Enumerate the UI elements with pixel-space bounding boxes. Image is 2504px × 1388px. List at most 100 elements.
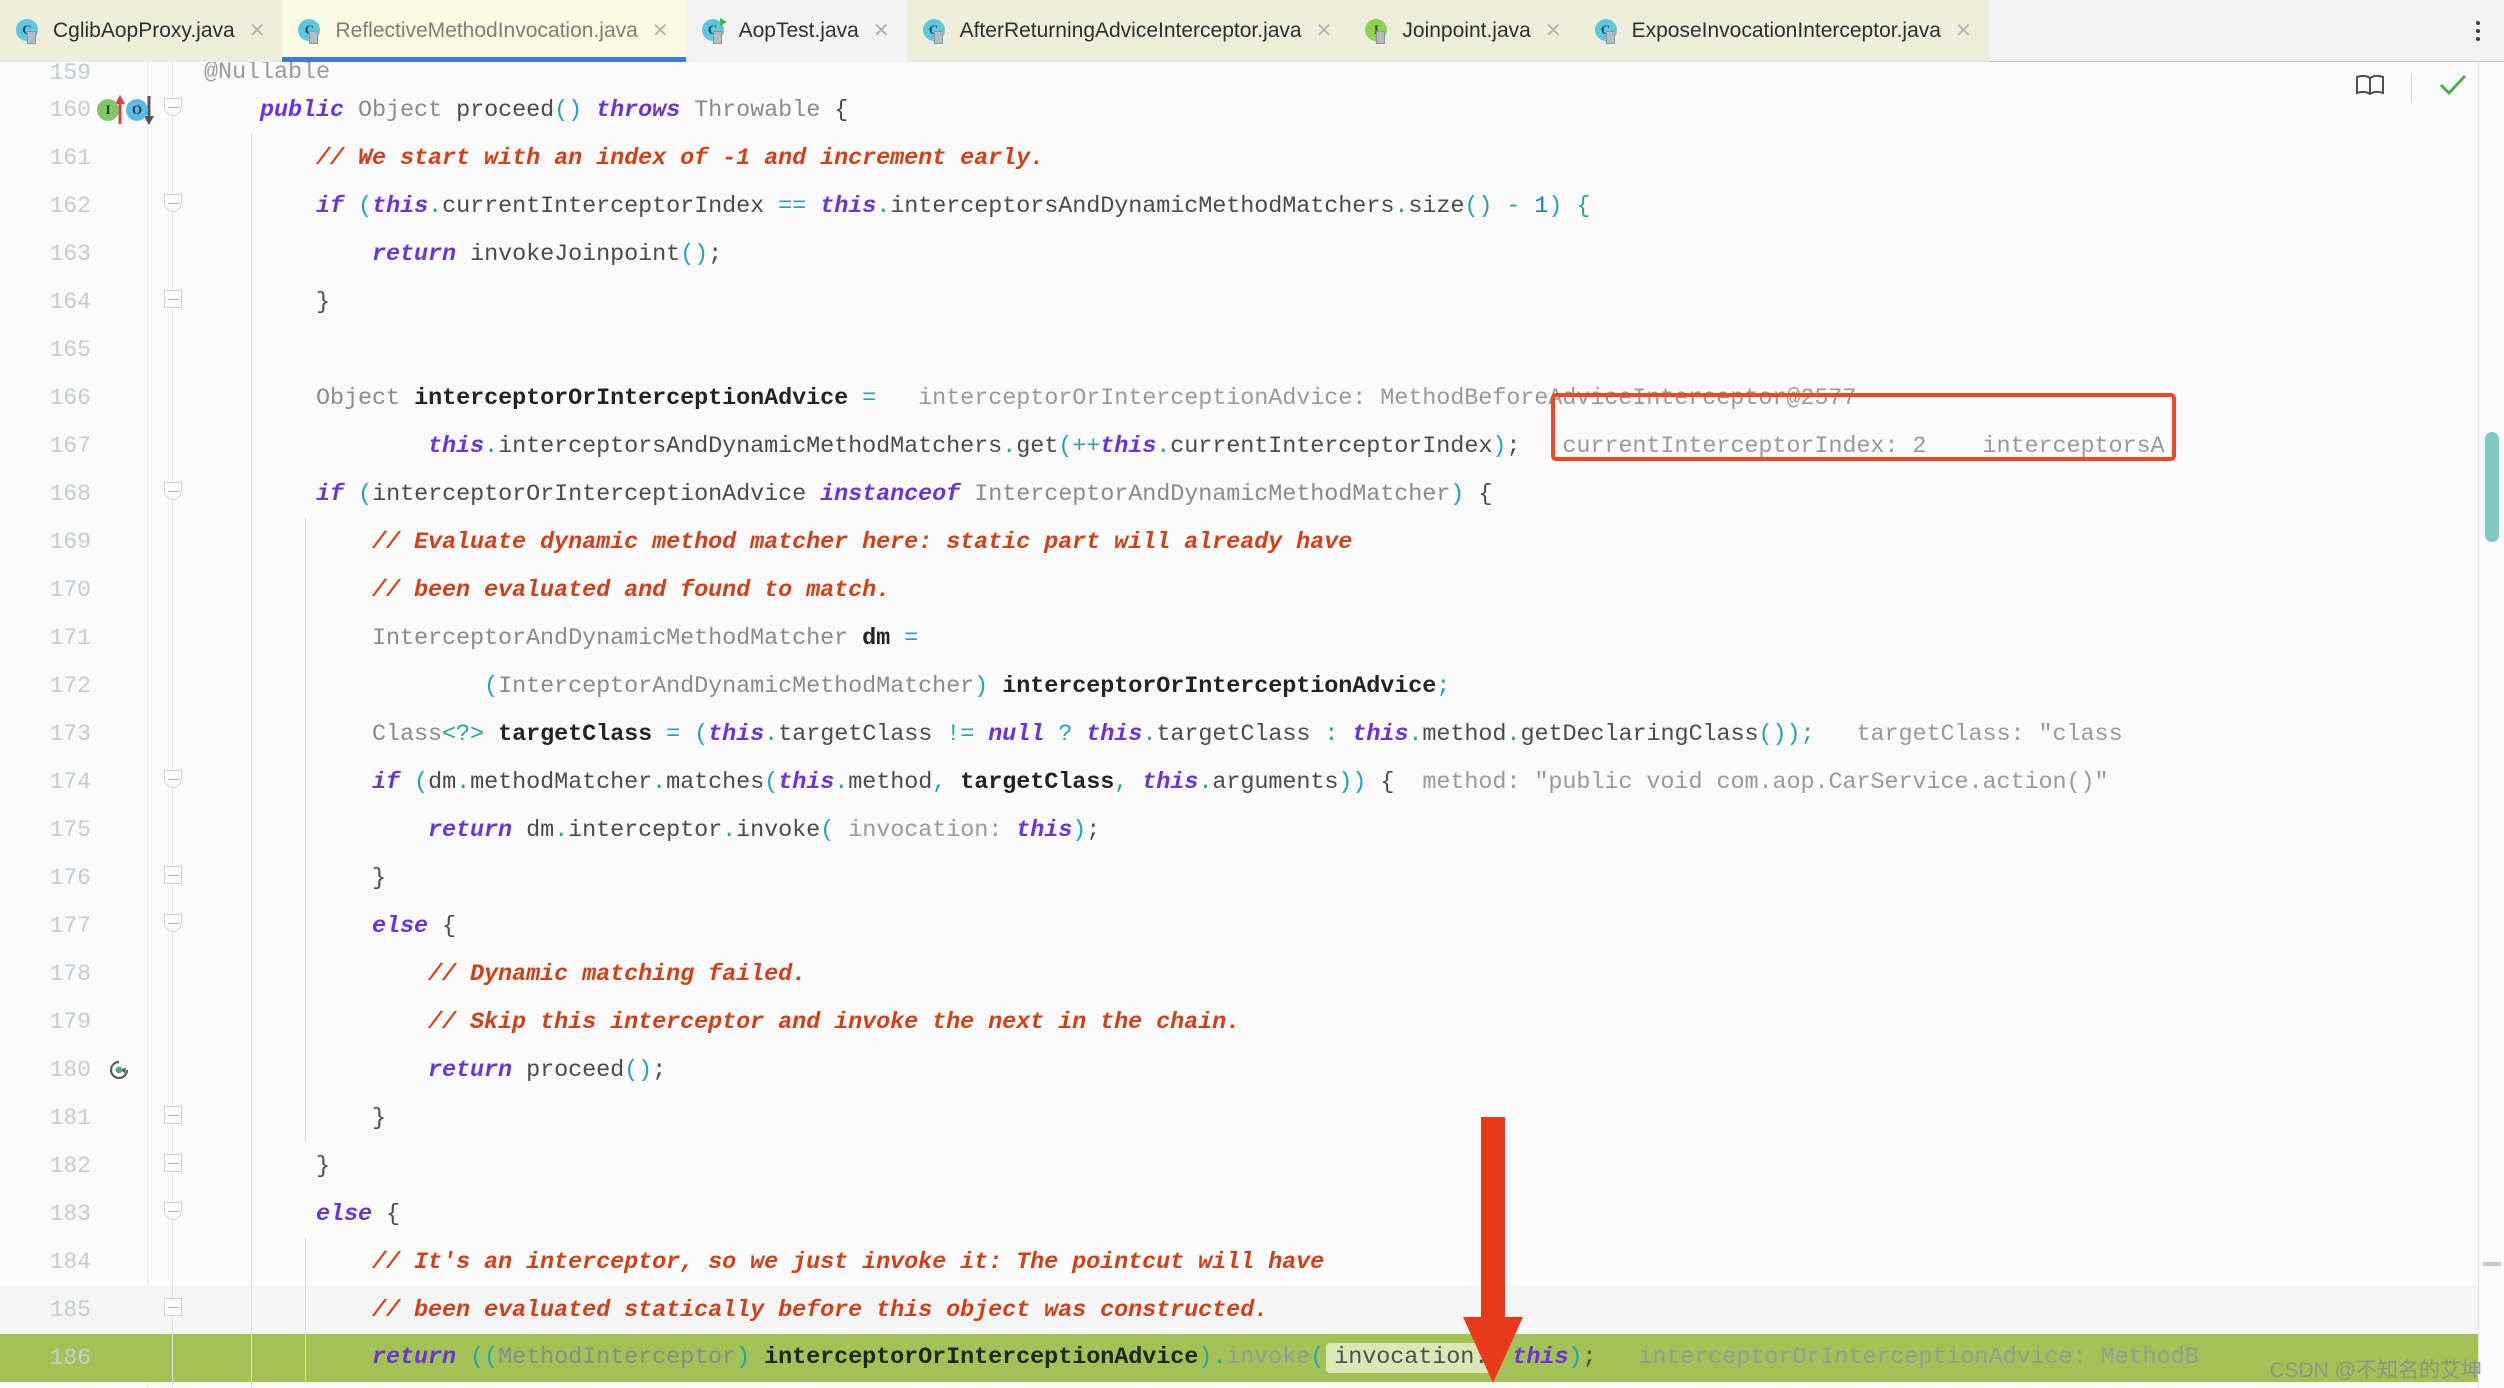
code-editor[interactable]: 159 @Nullable 160 I O public Object proceed(… — [0, 62, 2504, 1388]
fold-gutter[interactable] — [148, 230, 198, 278]
gutter-marks[interactable] — [95, 62, 148, 86]
gutter-marks[interactable] — [95, 710, 148, 758]
editor-tab-4[interactable]: I Joinpoint.java ✕ — [1349, 0, 1579, 62]
code-line[interactable]: 173 Class<?> targetClass = (this.targetC… — [0, 710, 2478, 758]
fold-collapse-icon[interactable] — [164, 98, 182, 116]
code-line-text[interactable]: // We start with an index of -1 and incr… — [198, 145, 1044, 172]
fold-gutter[interactable] — [148, 710, 198, 758]
fold-gutter[interactable] — [148, 1094, 198, 1142]
code-line-text[interactable]: // Skip this interceptor and invoke the … — [198, 1009, 1240, 1036]
overridden-method-icon[interactable]: O — [126, 99, 148, 121]
more-actions-button[interactable] — [2452, 0, 2504, 61]
close-icon[interactable]: ✕ — [1545, 21, 1562, 41]
code-line-text[interactable]: } — [198, 865, 386, 892]
code-line-text[interactable]: else { — [198, 913, 456, 940]
fold-gutter[interactable] — [148, 902, 198, 950]
fold-collapse-icon[interactable] — [164, 770, 182, 788]
gutter-marks[interactable] — [95, 1142, 148, 1190]
close-icon[interactable]: ✕ — [652, 21, 669, 41]
editor-tab-1[interactable]: C ReflectiveMethodInvocation.java ✕ — [282, 0, 686, 62]
fold-gutter[interactable] — [148, 278, 198, 326]
code-line[interactable]: 172 (InterceptorAndDynamicMethodMatcher)… — [0, 662, 2478, 710]
fold-end-icon[interactable] — [164, 1106, 182, 1124]
code-line-text[interactable]: if (this.currentInterceptorIndex == this… — [198, 193, 1590, 220]
editor-tab-0[interactable]: C CglibAopProxy.java ✕ — [0, 0, 283, 62]
fold-gutter[interactable] — [148, 614, 198, 662]
code-line-text[interactable]: } — [198, 1105, 386, 1132]
gutter-marks[interactable] — [95, 854, 148, 902]
fold-gutter[interactable] — [148, 518, 198, 566]
code-line-text[interactable]: Class<?> targetClass = (this.targetClass… — [198, 721, 2137, 748]
gutter-marks[interactable] — [95, 1238, 148, 1286]
fold-collapse-icon[interactable] — [164, 482, 182, 500]
gutter-marks[interactable] — [95, 134, 148, 182]
gutter-marks[interactable] — [95, 422, 148, 470]
fold-collapse-icon[interactable] — [164, 194, 182, 212]
gutter-marks[interactable] — [95, 1046, 148, 1094]
code-line[interactable]: 181 } — [0, 1094, 2478, 1142]
code-line-text[interactable]: // been evaluated statically before this… — [198, 1297, 1268, 1324]
fold-gutter[interactable] — [148, 182, 198, 230]
fold-gutter[interactable] — [148, 1334, 198, 1382]
fold-gutter[interactable] — [148, 998, 198, 1046]
code-line-text[interactable]: return proceed(); — [198, 1057, 666, 1084]
code-line-text[interactable]: return ((MethodInterceptor) interceptorO… — [198, 1343, 2199, 1373]
code-line-text[interactable]: if (dm.methodMatcher.matches(this.method… — [198, 769, 2109, 796]
code-line[interactable]: 167 this.interceptorsAndDynamicMethodMat… — [0, 422, 2478, 470]
code-line-text[interactable]: (InterceptorAndDynamicMethodMatcher) int… — [198, 673, 1450, 700]
gutter-marks[interactable] — [95, 470, 148, 518]
close-icon[interactable]: ✕ — [1316, 21, 1333, 41]
gutter-marks[interactable] — [95, 1286, 148, 1334]
inspections-ok-checkmark-icon[interactable] — [2438, 72, 2468, 103]
code-line-text[interactable]: public Object proceed() throws Throwable… — [198, 97, 848, 124]
code-line[interactable]: 175 return dm.interceptor.invoke( invoca… — [0, 806, 2478, 854]
gutter-marks[interactable]: IO — [95, 86, 154, 134]
gutter-marks[interactable] — [95, 758, 148, 806]
code-line[interactable]: 180 return proceed(); — [0, 1046, 2478, 1094]
code-line[interactable]: 163 return invokeJoinpoint(); — [0, 230, 2478, 278]
code-line[interactable]: 168 if (interceptorOrInterceptionAdvice … — [0, 470, 2478, 518]
gutter-marks[interactable] — [95, 518, 148, 566]
fold-gutter[interactable] — [148, 662, 198, 710]
gutter-marks[interactable] — [95, 278, 148, 326]
code-line[interactable]: 177 else { — [0, 902, 2478, 950]
code-line[interactable]: 165 — [0, 326, 2478, 374]
code-line[interactable]: 178 // Dynamic matching failed. — [0, 950, 2478, 998]
fold-end-icon[interactable] — [164, 1154, 182, 1172]
code-line-text[interactable]: return dm.interceptor.invoke( invocation… — [198, 817, 1100, 844]
code-line-text[interactable]: this.interceptorsAndDynamicMethodMatcher… — [198, 433, 2165, 460]
gutter-marks[interactable] — [95, 902, 148, 950]
code-line[interactable]: 162 if (this.currentInterceptorIndex == … — [0, 182, 2478, 230]
fold-gutter[interactable] — [148, 134, 198, 182]
fold-gutter[interactable] — [148, 374, 198, 422]
gutter-marks[interactable] — [95, 374, 148, 422]
close-icon[interactable]: ✕ — [873, 21, 890, 41]
fold-gutter[interactable] — [148, 1190, 198, 1238]
fold-gutter[interactable] — [148, 758, 198, 806]
code-line-text[interactable]: if (interceptorOrInterceptionAdvice inst… — [198, 481, 1492, 508]
fold-gutter[interactable] — [148, 806, 198, 854]
code-line-text[interactable]: else { — [198, 1201, 400, 1228]
editor-error-stripe[interactable] — [2478, 62, 2504, 1388]
code-line-text[interactable]: } — [198, 289, 330, 316]
fold-gutter[interactable] — [148, 62, 198, 86]
code-line[interactable]: 187 } — [0, 1382, 2478, 1388]
editor-tab-5[interactable]: C ExposeInvocationInterceptor.java ✕ — [1578, 0, 1989, 62]
editor-tab-2[interactable]: C AopTest.java ✕ — [685, 0, 907, 62]
fold-gutter[interactable] — [148, 1142, 198, 1190]
gutter-marks[interactable] — [95, 662, 148, 710]
code-line[interactable]: 171 InterceptorAndDynamicMethodMatcher d… — [0, 614, 2478, 662]
gutter-marks[interactable] — [95, 326, 148, 374]
editor-tab-3[interactable]: C AfterReturningAdviceInterceptor.java ✕ — [906, 0, 1350, 62]
fold-gutter[interactable] — [148, 326, 198, 374]
code-line-text[interactable]: // been evaluated and found to match. — [198, 577, 890, 604]
code-line[interactable]: 159 @Nullable — [0, 62, 2478, 86]
code-line[interactable]: 185 // been evaluated statically before … — [0, 1286, 2478, 1334]
code-line[interactable]: 182 } — [0, 1142, 2478, 1190]
code-line[interactable]: 170 // been evaluated and found to match… — [0, 566, 2478, 614]
gutter-marks[interactable] — [95, 998, 148, 1046]
fold-gutter[interactable] — [148, 1382, 198, 1388]
code-line[interactable]: 160 I O public Object proceed() throws Thr… — [0, 86, 2478, 134]
fold-end-icon[interactable] — [164, 1298, 182, 1316]
gutter-marks[interactable] — [95, 566, 148, 614]
